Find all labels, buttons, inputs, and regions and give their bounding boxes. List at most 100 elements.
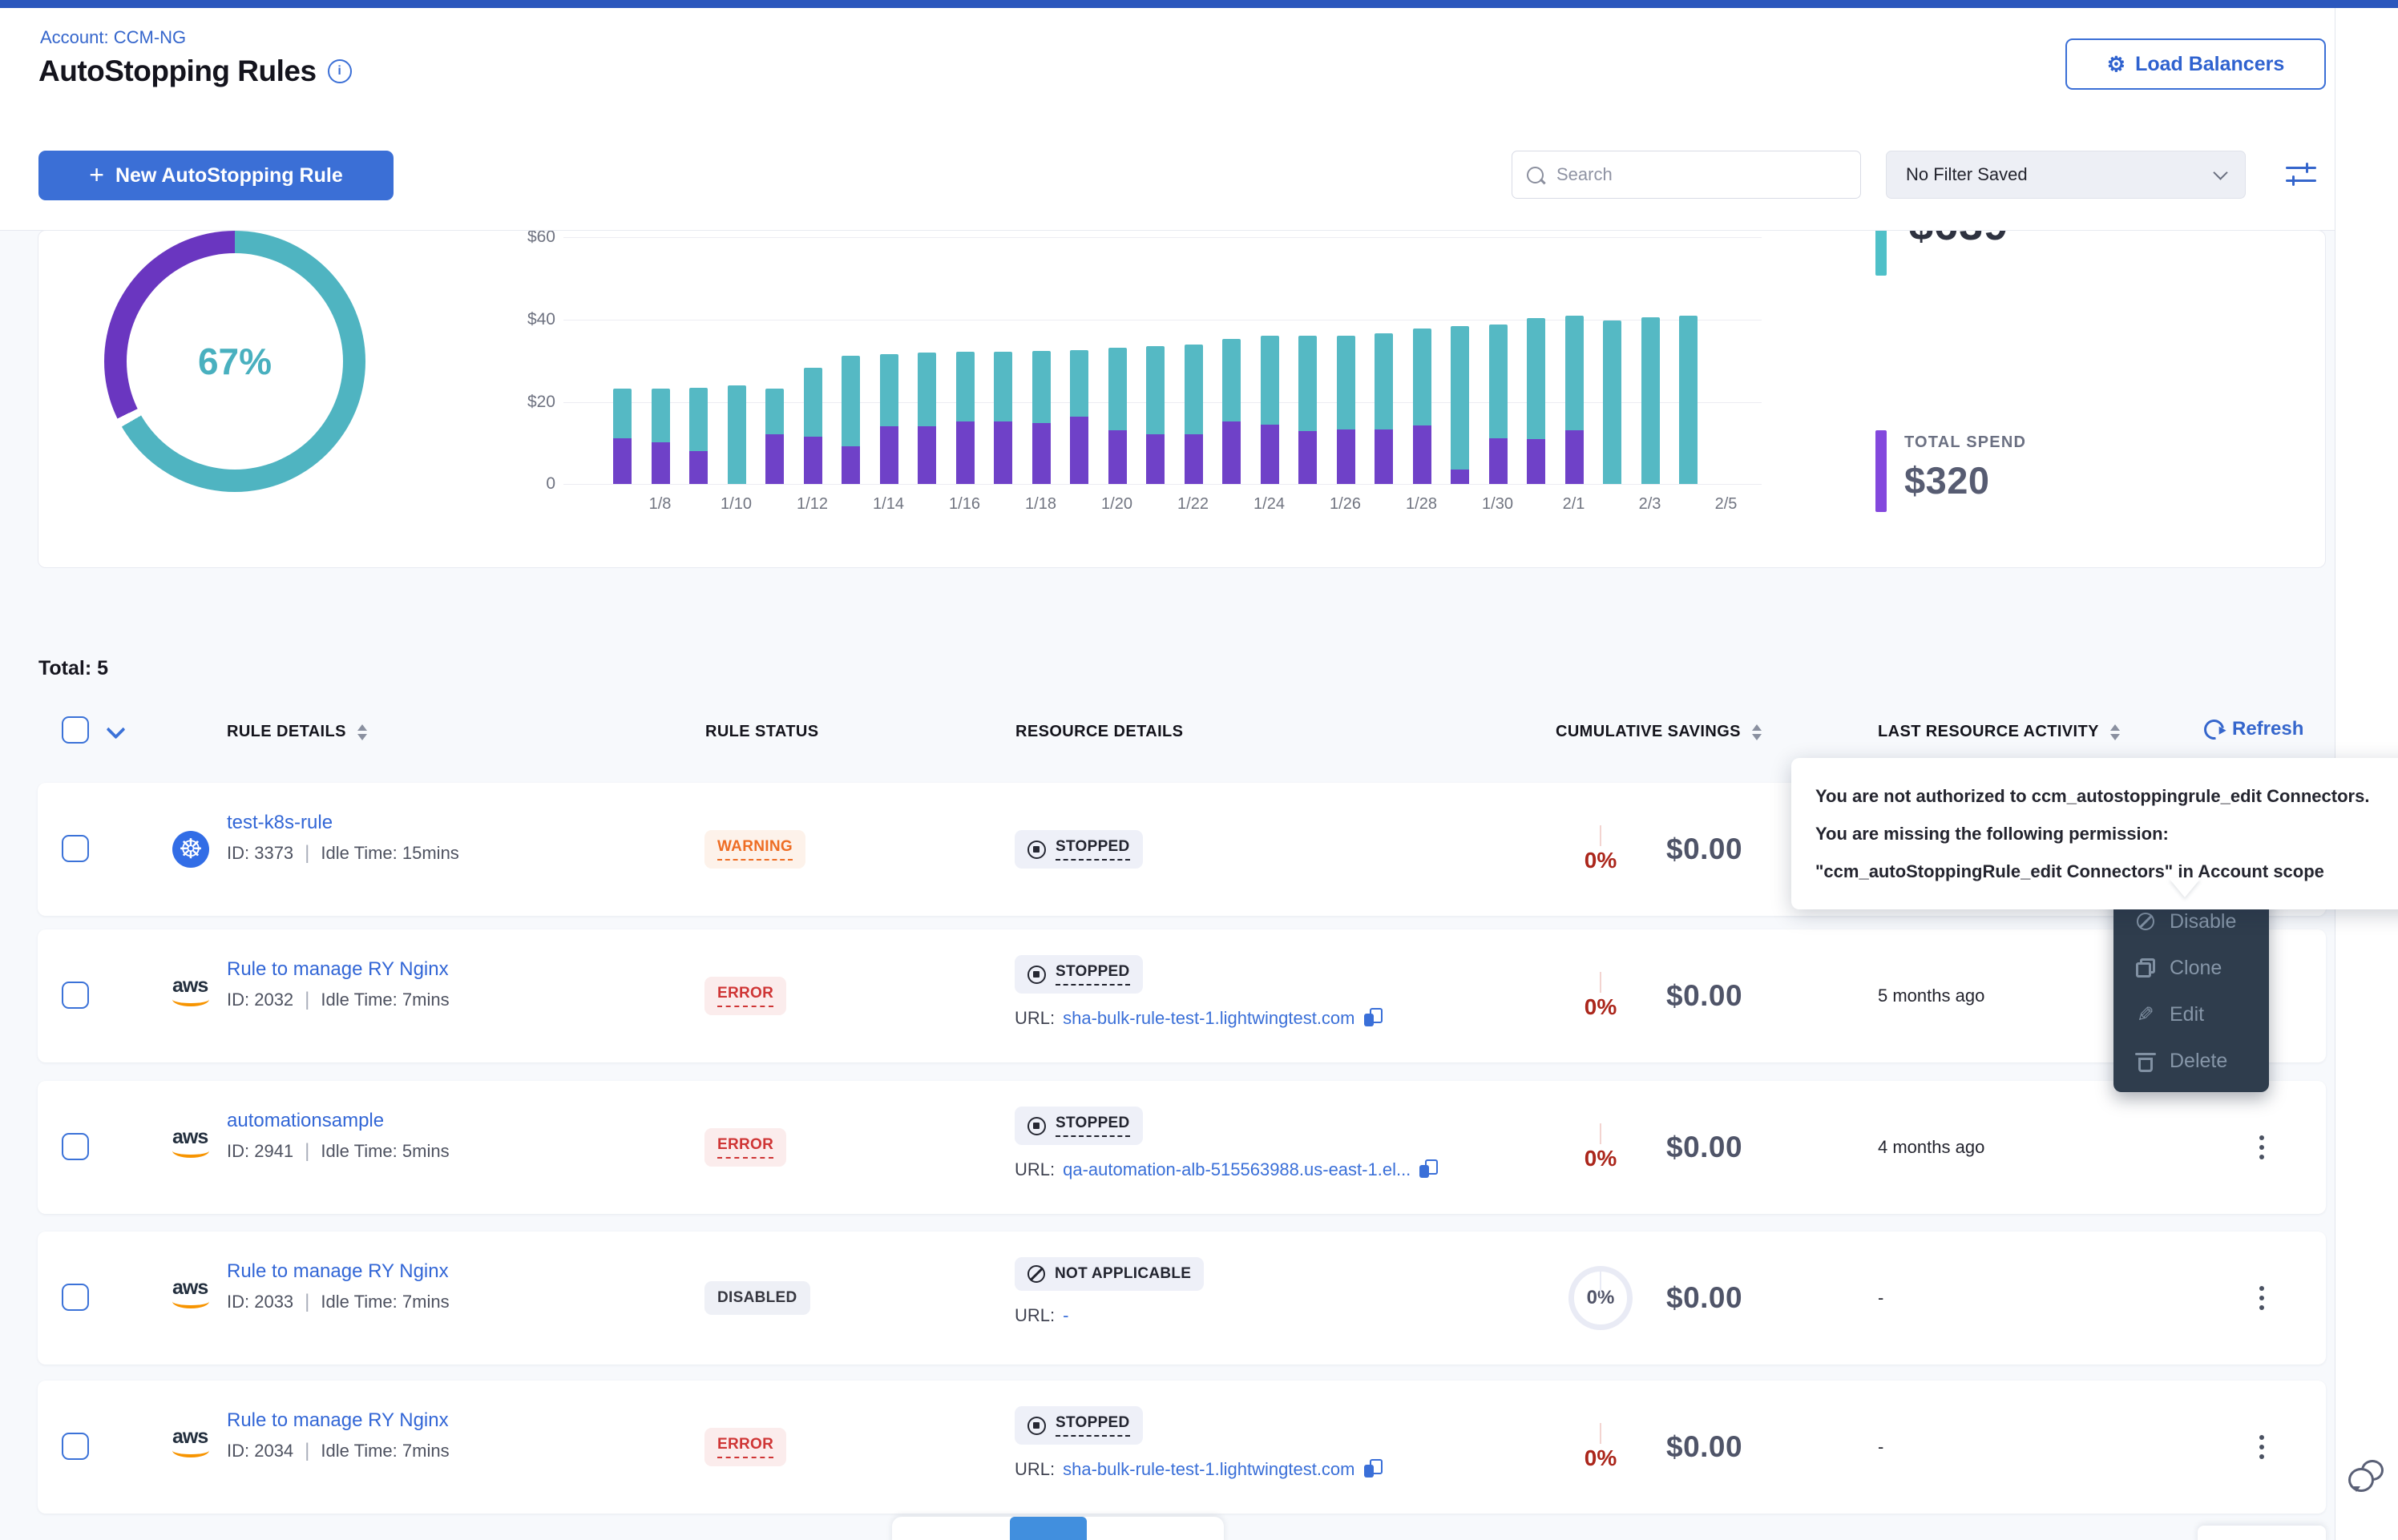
stopped-icon <box>1027 966 1046 984</box>
savings-donut-chart: 67% <box>104 231 365 492</box>
sort-icon[interactable] <box>1752 724 1762 740</box>
chevron-down-icon <box>2213 165 2227 179</box>
kubernetes-icon: ☸ <box>172 831 209 868</box>
table-row: awsRule to manage RY NginxID: 2034|Idle … <box>38 1381 2326 1514</box>
tooltip-line: "ccm_autoStoppingRule_edit Connectors" i… <box>1815 853 2398 890</box>
x-axis-tick: 1/18 <box>1013 495 1069 514</box>
row-checkbox[interactable] <box>62 1133 89 1160</box>
resource-state-badge: STOPPED <box>1015 1406 1143 1445</box>
resource-url-link[interactable]: sha-bulk-rule-test-1.lightwingtest.com <box>1063 1459 1354 1480</box>
y-axis-tick: 0 <box>499 474 555 494</box>
savings-gauge-tick <box>1600 972 1601 993</box>
account-breadcrumb[interactable]: Account: CCM-NG <box>40 27 186 48</box>
row-checkbox[interactable] <box>62 982 89 1009</box>
resource-details-cell: STOPPED URL:sha-bulk-rule-test-1.lightwin… <box>1015 1381 1383 1480</box>
resource-url: URL:sha-bulk-rule-test-1.lightwingtest.c… <box>1015 1008 1383 1029</box>
info-icon[interactable]: i <box>328 59 352 83</box>
savings-ring: 0% <box>1568 1266 1633 1330</box>
refresh-button[interactable]: Refresh <box>2204 718 2303 740</box>
bar-1/14 <box>880 354 898 484</box>
bar-1/30 <box>1489 325 1508 484</box>
x-axis-tick: 1/20 <box>1089 495 1145 514</box>
bar-1/17 <box>994 352 1012 484</box>
bar-1/31 <box>1527 318 1545 484</box>
tooltip-line: You are missing the following permission… <box>1815 815 2398 853</box>
column-last-resource-activity[interactable]: LAST RESOURCE ACTIVITY <box>1878 723 2120 741</box>
new-rule-label: New AutoStopping Rule <box>115 164 343 187</box>
help-chat-icon[interactable] <box>2348 1460 2385 1497</box>
refresh-icon <box>2200 716 2228 744</box>
sort-icon[interactable] <box>2110 724 2120 740</box>
row-actions-kebab[interactable] <box>2259 1232 2264 1365</box>
load-balancers-label: Load Balancers <box>2135 53 2284 76</box>
select-all-checkbox[interactable] <box>62 716 89 744</box>
page-title: AutoStopping Rules <box>38 54 317 88</box>
row-checkbox[interactable] <box>62 835 89 862</box>
bar-1/9 <box>689 388 708 484</box>
bar-2/2 <box>1603 320 1621 484</box>
x-axis-tick: 1/30 <box>1470 495 1526 514</box>
menu-item-clone[interactable]: Clone <box>2134 945 2269 991</box>
filter-settings-icon[interactable] <box>2286 159 2319 191</box>
resource-url-link[interactable]: qa-automation-alb-515563988.us-east-1.el… <box>1063 1159 1411 1180</box>
column-resource-details: RESOURCE DETAILS <box>1015 723 1183 741</box>
new-autostopping-rule-button[interactable]: + New AutoStopping Rule <box>38 151 394 200</box>
page-size-selector[interactable] <box>2198 1526 2326 1540</box>
current-page-button[interactable] <box>1010 1517 1087 1540</box>
menu-item-delete[interactable]: Delete <box>2134 1038 2269 1084</box>
copy-icon[interactable] <box>1363 1459 1383 1480</box>
bar-1/16 <box>956 352 975 484</box>
bar-1/28 <box>1413 329 1431 484</box>
aws-icon: aws <box>172 1284 209 1308</box>
row-actions-kebab[interactable] <box>2259 1081 2264 1214</box>
x-axis-tick: 1/16 <box>937 495 993 514</box>
bar-1/7 <box>613 389 632 484</box>
row-checkbox[interactable] <box>62 1284 89 1311</box>
rule-name-link[interactable]: Rule to manage RY Nginx <box>227 958 449 981</box>
aws-icon: aws <box>172 982 209 1006</box>
resource-details-cell: STOPPEDURL:qa-automation-alb-515563988.u… <box>1015 1081 1438 1180</box>
bar-1/24 <box>1261 336 1279 484</box>
resource-url: URL:sha-bulk-rule-test-1.lightwingtest.c… <box>1015 1459 1383 1480</box>
copy-icon[interactable] <box>1419 1159 1438 1180</box>
x-axis-tick: 1/24 <box>1241 495 1298 514</box>
rule-name-link[interactable]: Rule to manage RY Nginx <box>227 1260 449 1283</box>
bar-1/15 <box>918 353 936 484</box>
sort-icon[interactable] <box>357 724 367 740</box>
rule-status-badge: ERROR <box>704 1128 786 1167</box>
rule-name-link[interactable]: Rule to manage RY Nginx <box>227 1409 449 1432</box>
row-checkbox[interactable] <box>62 1433 89 1460</box>
resource-details-cell: STOPPED URL:sha-bulk-rule-test-1.lightwin… <box>1015 929 1383 1029</box>
bar-1/11 <box>765 389 784 484</box>
select-menu-chevron-icon[interactable] <box>106 720 125 739</box>
total-spend-value: $320 <box>1904 458 2026 502</box>
y-axis-tick: $40 <box>499 310 555 329</box>
y-axis-tick: $60 <box>499 230 555 247</box>
column-cumulative-savings[interactable]: CUMULATIVE SAVINGS <box>1556 723 1762 741</box>
table-row: awsRule to manage RY NginxID: 2032|Idle … <box>38 929 2326 1062</box>
x-axis-tick: 1/26 <box>1318 495 1374 514</box>
rule-name-link[interactable]: test-k8s-rule <box>227 812 333 834</box>
bar-1/19 <box>1070 350 1088 484</box>
resource-url-link[interactable]: sha-bulk-rule-test-1.lightwingtest.com <box>1063 1008 1354 1029</box>
stopped-icon <box>1027 1417 1046 1435</box>
x-axis-tick: 2/3 <box>1622 495 1678 514</box>
resource-state-badge: STOPPED <box>1015 955 1143 994</box>
saved-filter-dropdown[interactable]: No Filter Saved <box>1886 151 2246 199</box>
row-actions-kebab[interactable] <box>2259 1381 2264 1514</box>
load-balancers-button[interactable]: ⚙ Load Balancers <box>2065 38 2326 90</box>
bar-1/25 <box>1298 336 1317 484</box>
column-rule-details[interactable]: RULE DETAILS <box>227 723 367 741</box>
bar-1/20 <box>1108 348 1127 484</box>
pagination-bar[interactable] <box>892 1517 1224 1540</box>
resource-url-link[interactable]: - <box>1063 1305 1068 1326</box>
aws-icon: aws <box>172 1433 209 1457</box>
rule-name-link[interactable]: automationsample <box>227 1110 384 1132</box>
ban-icon <box>2134 913 2157 930</box>
copy-icon[interactable] <box>1363 1008 1383 1029</box>
not-applicable-icon <box>1027 1265 1045 1283</box>
rule-status-badge: ERROR <box>704 1428 786 1466</box>
search-input[interactable] <box>1555 163 1846 186</box>
menu-item-edit[interactable]: ✎Edit <box>2134 991 2269 1038</box>
resource-state-badge: NOT APPLICABLE <box>1015 1257 1204 1291</box>
